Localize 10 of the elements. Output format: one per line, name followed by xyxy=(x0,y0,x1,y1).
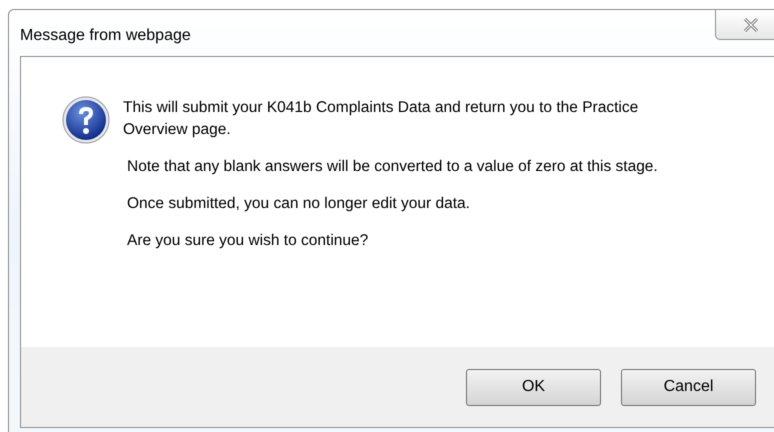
message-text: Once submitted, you can no longer edit your data. xyxy=(126,194,471,214)
question-icon xyxy=(61,95,111,145)
cancel-button[interactable]: Cancel xyxy=(621,368,756,406)
message-text: Are you sure you wish to continue? xyxy=(126,231,370,251)
close-button[interactable] xyxy=(715,9,774,40)
ok-button[interactable]: OK xyxy=(466,368,601,406)
message-text: This will submit your K041b Complaints Data and return you to the Practice Overview page. xyxy=(123,98,640,140)
close-icon xyxy=(743,18,759,32)
message-text: Note that any blank answers will be converted to a value of zero at this stage. xyxy=(126,157,659,177)
window-title: Message from webpage xyxy=(20,26,191,46)
